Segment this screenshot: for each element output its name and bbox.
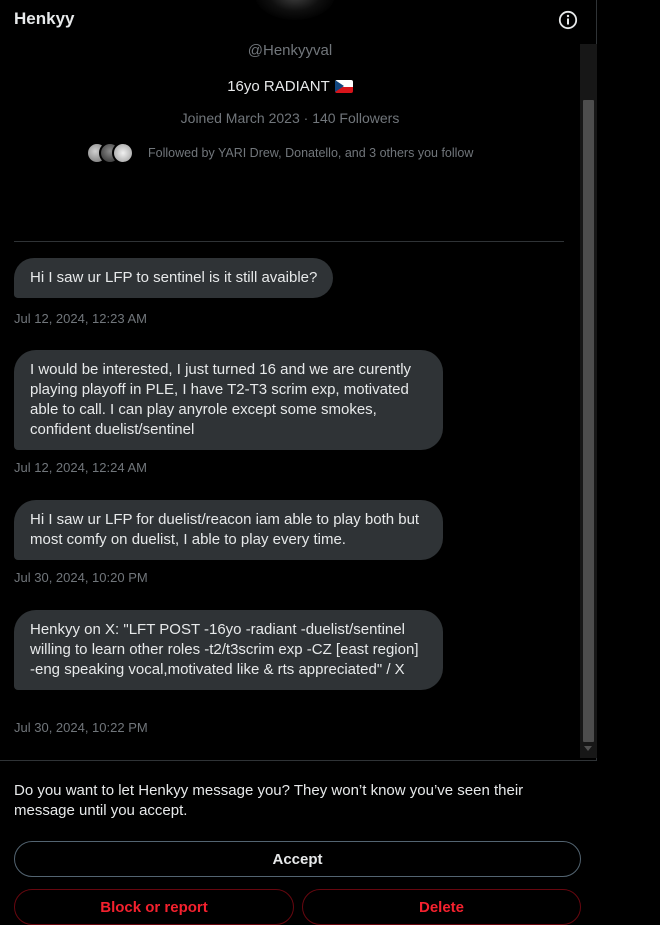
- scroll-down-arrow-icon[interactable]: [584, 746, 592, 751]
- message-request-bar: Do you want to let Henkyy message you? T…: [0, 760, 597, 925]
- profile-meta: Joined March 2023 · 140 Followers: [0, 110, 580, 126]
- message-request-prompt: Do you want to let Henkyy message you? T…: [14, 782, 524, 819]
- message-timestamp: Jul 12, 2024, 12:24 AM: [14, 460, 147, 475]
- followed-by[interactable]: Followed by YARI Drew, Donatello, and 3 …: [86, 140, 473, 166]
- info-icon[interactable]: [557, 9, 579, 31]
- message-timestamp: Jul 30, 2024, 10:20 PM: [14, 570, 148, 585]
- message-bubble[interactable]: Hi I saw ur LFP for duelist/reacon iam a…: [14, 500, 443, 560]
- message-bubble[interactable]: I would be interested, I just turned 16 …: [14, 350, 443, 450]
- dm-conversation-panel: Henkyy @Henkyyval 16yo RADIANT Joined Ma…: [0, 0, 597, 925]
- profile-bio: 16yo RADIANT: [0, 78, 580, 95]
- follower-avatars: [86, 141, 134, 165]
- profile-handle[interactable]: @Henkyyval: [0, 42, 580, 59]
- scrollbar-thumb[interactable]: [583, 100, 594, 742]
- bio-text: 16yo RADIANT: [227, 78, 330, 95]
- accept-button[interactable]: Accept: [14, 841, 581, 877]
- followers-count[interactable]: 140 Followers: [312, 110, 399, 126]
- followed-by-text: Followed by YARI Drew, Donatello, and 3 …: [148, 146, 474, 160]
- conversation-header: Henkyy: [0, 0, 597, 40]
- divider: [14, 241, 564, 242]
- meta-separator: ·: [303, 110, 309, 126]
- czech-flag-icon: [334, 80, 353, 93]
- block-or-report-button[interactable]: Block or report: [14, 889, 294, 925]
- delete-button[interactable]: Delete: [302, 889, 581, 925]
- message-timestamp: Jul 12, 2024, 12:23 AM: [14, 311, 147, 326]
- profile-avatar: [255, 0, 335, 20]
- avatar: [112, 142, 134, 164]
- message-bubble[interactable]: Hi I saw ur LFP to sentinel is it still …: [14, 258, 334, 298]
- message-timestamp: Jul 30, 2024, 10:22 PM: [14, 720, 148, 735]
- message-bubble[interactable]: Henkyy on X: "LFT POST -16yo -radiant -d…: [14, 610, 443, 690]
- conversation-title: Henkyy: [14, 9, 75, 28]
- joined-date: Joined March 2023: [180, 110, 300, 126]
